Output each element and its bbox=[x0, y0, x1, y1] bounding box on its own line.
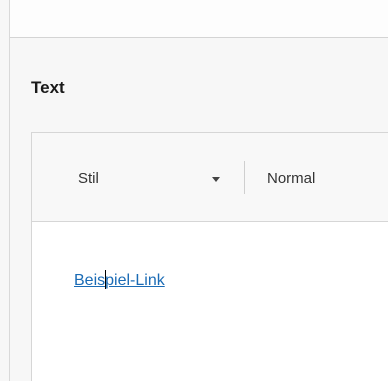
editor-content-area[interactable]: Beispiel-Link bbox=[32, 222, 388, 381]
left-divider bbox=[9, 0, 10, 381]
editor-toolbar: Stil Normal bbox=[32, 133, 388, 222]
example-link[interactable]: Beispiel-Link bbox=[74, 270, 165, 289]
chevron-down-icon bbox=[212, 177, 220, 182]
editor-paragraph: Beispiel-Link bbox=[74, 270, 165, 290]
rich-text-editor: Stil Normal Beispiel-Link bbox=[31, 132, 388, 381]
text-field-label: Text bbox=[31, 78, 65, 97]
format-dropdown-value[interactable]: Normal bbox=[267, 170, 315, 187]
page: Text Stil Normal Beispiel-Link bbox=[0, 0, 388, 381]
link-text-start: Beis bbox=[74, 272, 106, 289]
top-panel bbox=[10, 0, 388, 38]
style-dropdown[interactable]: Stil bbox=[32, 133, 244, 221]
style-dropdown-label: Stil bbox=[78, 170, 99, 187]
toolbar-separator bbox=[244, 161, 245, 194]
link-text-end: piel-Link bbox=[105, 272, 165, 289]
